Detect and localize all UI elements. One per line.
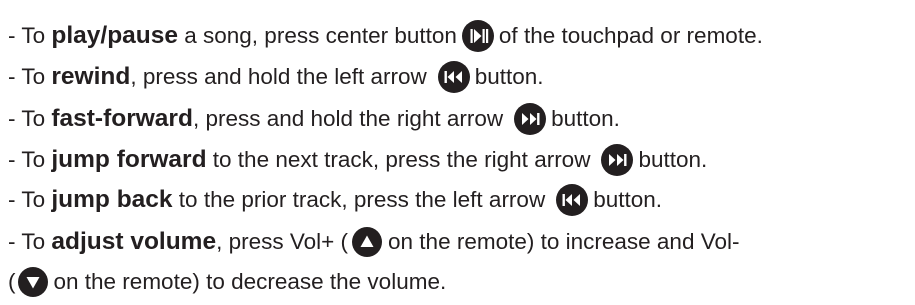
keyword-jump-forward: jump forward <box>51 146 207 173</box>
line-suffix: button. <box>474 64 544 89</box>
line-prefix: ( <box>8 269 16 294</box>
rewind-icon <box>555 183 589 217</box>
line-text: , press Vol+ ( <box>216 229 349 254</box>
line-suffix: button. <box>638 147 708 172</box>
instruction-line-jump-forward: - To jump forward to the next track, pre… <box>8 140 707 180</box>
fast-forward-icon <box>513 102 547 136</box>
keyword-adjust-volume: adjust volume <box>51 228 217 255</box>
line-prefix: - To <box>8 229 52 254</box>
keyword-jump-back: jump back <box>51 186 173 213</box>
instruction-line-play-pause: - To play/pause a song, press center but… <box>8 16 763 56</box>
keyword-play-pause: play/pause <box>51 22 178 49</box>
line-text: , press and hold the right arrow <box>192 106 504 131</box>
line-text: to the prior track, press the left arrow <box>172 187 546 212</box>
instruction-line-adjust-volume: - To adjust volume , press Vol+ ( on the… <box>8 222 739 262</box>
line-prefix: - To <box>8 147 52 172</box>
volume-down-icon <box>16 265 50 299</box>
line-suffix: on the remote) to decrease the volume. <box>53 269 447 294</box>
line-suffix: button. <box>551 106 620 131</box>
fast-forward-icon <box>600 143 634 177</box>
line-suffix: of the touchpad or remote. <box>498 23 763 48</box>
rewind-icon <box>437 60 471 94</box>
instruction-line-fast-forward: - To fast-forward , press and hold the r… <box>8 99 620 139</box>
line-suffix: button. <box>593 187 663 212</box>
line-prefix: - To <box>8 106 52 131</box>
instruction-line-jump-back: - To jump back to the prior track, press… <box>8 180 662 220</box>
line-prefix: - To <box>8 23 52 48</box>
line-text: , press and hold the left arrow <box>130 64 427 89</box>
instruction-line-volume-continued: ( on the remote) to decrease the volume. <box>8 262 446 302</box>
line-text: to the next track, press the right arrow <box>206 147 591 172</box>
line-prefix: - To <box>8 187 52 212</box>
line-suffix: on the remote) to increase and Vol- <box>388 229 740 254</box>
play-pause-icon <box>461 19 495 53</box>
line-text: a song, press center button <box>178 23 457 48</box>
keyword-fast-forward: fast-forward <box>51 105 193 132</box>
keyword-rewind: rewind <box>51 63 131 90</box>
volume-up-icon <box>350 225 384 259</box>
line-prefix: - To <box>8 64 52 89</box>
instruction-line-rewind: - To rewind , press and hold the left ar… <box>8 57 544 97</box>
